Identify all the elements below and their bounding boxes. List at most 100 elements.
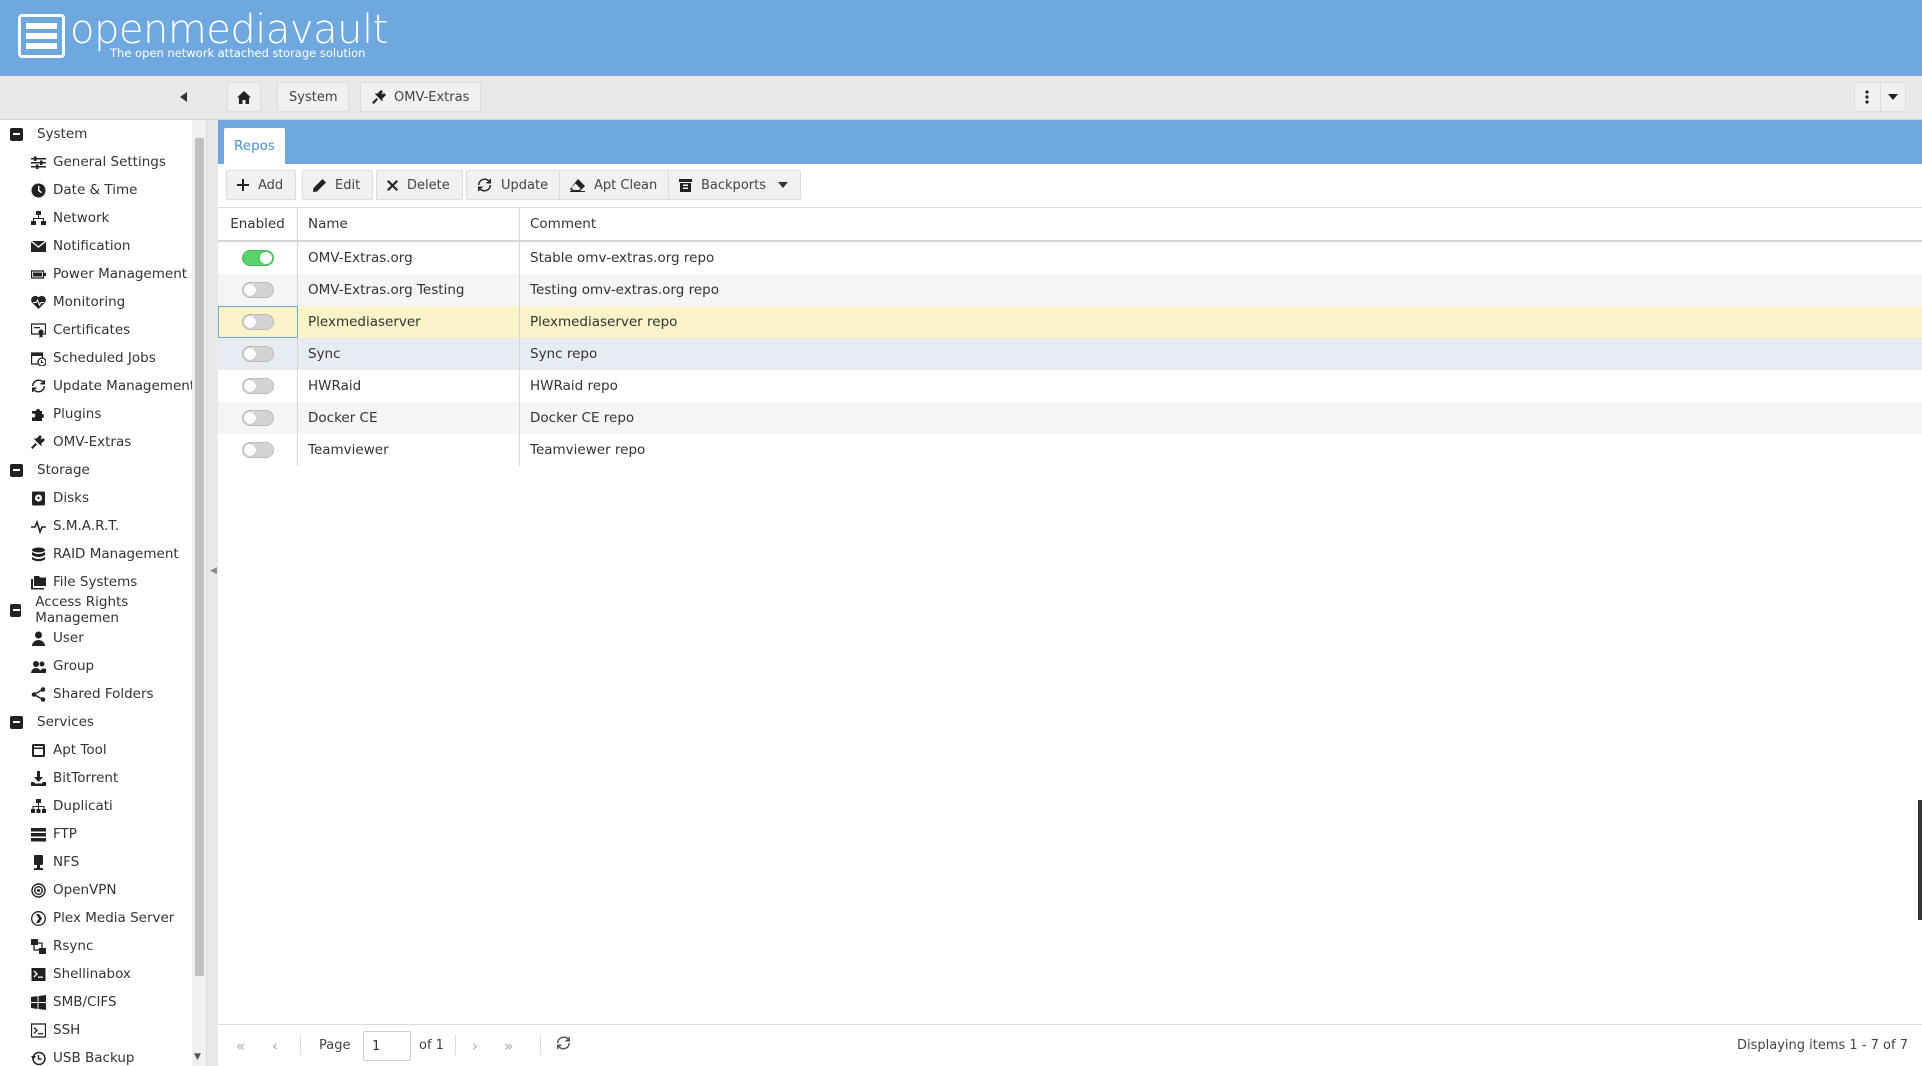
- kebab-menu-icon[interactable]: [1855, 83, 1881, 111]
- enabled-toggle[interactable]: [241, 314, 274, 330]
- sidebar-item-label: Rsync: [53, 938, 94, 954]
- wifi-icon: [31, 882, 46, 898]
- collapse-minus-icon[interactable]: [10, 715, 23, 729]
- sidebar-item-label: FTP: [53, 826, 77, 842]
- sidebar-scrollbar-thumb[interactable]: [195, 138, 204, 976]
- enabled-toggle[interactable]: [241, 378, 274, 394]
- eraser-icon: [570, 178, 585, 192]
- add-button[interactable]: Add: [226, 170, 297, 200]
- sidebar-item-s-m-a-r-t[interactable]: S.M.A.R.T.: [0, 512, 192, 540]
- sidebar-item-omv-extras[interactable]: OMV-Extras: [0, 428, 192, 456]
- sidebar-item-power-management[interactable]: Power Management: [0, 260, 192, 288]
- enabled-toggle[interactable]: [241, 250, 274, 266]
- previous-page-icon[interactable]: ‹: [272, 1037, 278, 1055]
- chevron-down-icon[interactable]: [1881, 83, 1906, 111]
- sidebar-item-smb-cifs[interactable]: SMB/CIFS: [0, 988, 192, 1016]
- sidebar-item-rsync[interactable]: Rsync: [0, 932, 192, 960]
- enabled-toggle[interactable]: [241, 346, 274, 362]
- console-icon: [31, 1022, 46, 1038]
- plug-icon: [31, 434, 45, 449]
- collapse-minus-icon[interactable]: [10, 603, 22, 617]
- sidebar-item-label: RAID Management: [53, 546, 179, 562]
- sidebar-item-ftp[interactable]: FTP: [0, 820, 192, 848]
- table-row[interactable]: Sync Sync repo: [218, 338, 1922, 370]
- sidebar-group-system[interactable]: System: [0, 120, 192, 148]
- table-row[interactable]: OMV-Extras.org Testing Testing omv-extras…: [218, 274, 1922, 306]
- sidebar-item-monitoring[interactable]: Monitoring: [0, 288, 192, 316]
- backports-button-label: Backports: [701, 177, 766, 193]
- download-icon: [31, 770, 46, 786]
- enabled-toggle[interactable]: [241, 442, 274, 458]
- delete-button[interactable]: Delete: [376, 170, 463, 200]
- sidebar-item-openvpn[interactable]: OpenVPN: [0, 876, 192, 904]
- name-cell: Teamviewer: [298, 434, 520, 466]
- sidebar-item-shellinabox[interactable]: Shellinabox: [0, 960, 192, 988]
- collapse-sidebar-icon[interactable]: [180, 91, 192, 105]
- sidebar-item-date-time[interactable]: Date & Time: [0, 176, 192, 204]
- table-row[interactable]: HWRaid HWRaid repo: [218, 370, 1922, 402]
- sidebar-item-bittorrent[interactable]: BitTorrent: [0, 764, 192, 792]
- table-row[interactable]: Teamviewer Teamviewer repo: [218, 434, 1922, 466]
- column-header-enabled[interactable]: Enabled: [218, 208, 298, 240]
- enabled-cell: [218, 242, 298, 274]
- sidebar-item-disks[interactable]: Disks: [0, 484, 192, 512]
- sidebar-item-duplicati[interactable]: Duplicati: [0, 792, 192, 820]
- grid-body: OMV-Extras.org Stable omv-extras.org repo…: [218, 242, 1922, 466]
- breadcrumb-system[interactable]: System: [277, 82, 350, 112]
- sidebar-item-certificates[interactable]: Certificates: [0, 316, 192, 344]
- column-header-name[interactable]: Name: [298, 208, 520, 240]
- sidebar-group-storage[interactable]: Storage: [0, 456, 192, 484]
- sidebar-item-ssh[interactable]: SSH: [0, 1016, 192, 1044]
- table-row[interactable]: OMV-Extras.org Stable omv-extras.org repo: [218, 242, 1922, 274]
- sidebar-item-group[interactable]: Group: [0, 652, 192, 680]
- sidebar-item-nfs[interactable]: NFS: [0, 848, 192, 876]
- last-page-icon[interactable]: »: [504, 1037, 513, 1055]
- tab-repos[interactable]: Repos: [224, 128, 285, 164]
- collapse-minus-icon[interactable]: [10, 463, 23, 477]
- breadcrumb-omv-extras[interactable]: OMV-Extras: [360, 82, 482, 112]
- enabled-toggle[interactable]: [241, 282, 274, 298]
- sidebar-item-file-systems[interactable]: File Systems: [0, 568, 192, 596]
- user-icon: [32, 631, 45, 646]
- sidebar-item-user[interactable]: User: [0, 624, 192, 652]
- sidebar-item-general-settings[interactable]: General Settings: [0, 148, 192, 176]
- sidebar-item-notification[interactable]: Notification: [0, 232, 192, 260]
- apt-clean-button[interactable]: Apt Clean: [559, 170, 671, 200]
- backports-menu-button[interactable]: Backports: [668, 170, 801, 200]
- group-icon: [31, 660, 46, 673]
- update-button[interactable]: Update: [466, 170, 562, 200]
- tab-label: Repos: [234, 138, 275, 154]
- sidebar-item-raid-management[interactable]: RAID Management: [0, 540, 192, 568]
- sidebar-item-usb-backup[interactable]: USB Backup: [0, 1044, 192, 1066]
- page-number-input[interactable]: [363, 1031, 411, 1061]
- refresh-icon[interactable]: [556, 1036, 571, 1054]
- sidebar-splitter[interactable]: [206, 120, 218, 1066]
- add-button-label: Add: [258, 177, 284, 193]
- first-page-icon[interactable]: «: [236, 1037, 245, 1055]
- collapse-minus-icon[interactable]: [10, 127, 23, 141]
- sidebar-item-plugins[interactable]: Plugins: [0, 400, 192, 428]
- splitter-collapse-icon[interactable]: ◀: [210, 566, 217, 576]
- sidebar-item-update-management[interactable]: Update Management: [0, 372, 195, 400]
- comment-cell: Plexmediaserver repo: [530, 314, 678, 330]
- sidebar-item-network[interactable]: Network: [0, 204, 192, 232]
- history-icon: [31, 1051, 46, 1065]
- table-row[interactable]: Docker CE Docker CE repo: [218, 402, 1922, 434]
- sidebar-item-apt-tool[interactable]: Apt Tool: [0, 736, 192, 764]
- nav-tree: System General Settings Date & Time Network…: [0, 120, 195, 1066]
- sidebar-item-label: USB Backup: [53, 1050, 135, 1066]
- breadcrumb-home-button[interactable]: [227, 82, 261, 112]
- table-row[interactable]: Plexmediaserver Plexmediaserver repo: [218, 306, 1922, 338]
- column-header-comment[interactable]: Comment: [520, 208, 1922, 240]
- sidebar-item-scheduled-jobs[interactable]: Scheduled Jobs: [0, 344, 192, 372]
- sidebar-group-access-rights-managemen[interactable]: Access Rights Managemen: [0, 594, 192, 626]
- scroll-down-icon[interactable]: ▼: [194, 1052, 201, 1062]
- next-page-icon[interactable]: ›: [472, 1037, 478, 1055]
- edit-button[interactable]: Edit: [302, 170, 374, 200]
- sidebar-item-label: Group: [53, 658, 95, 674]
- sidebar-item-shared-folders[interactable]: Shared Folders: [0, 680, 192, 708]
- sidebar-item-plex-media-server[interactable]: Plex Media Server: [0, 904, 192, 932]
- enabled-toggle[interactable]: [241, 410, 274, 426]
- more-menu-button[interactable]: [1854, 82, 1906, 112]
- sidebar-group-services[interactable]: Services: [0, 708, 192, 736]
